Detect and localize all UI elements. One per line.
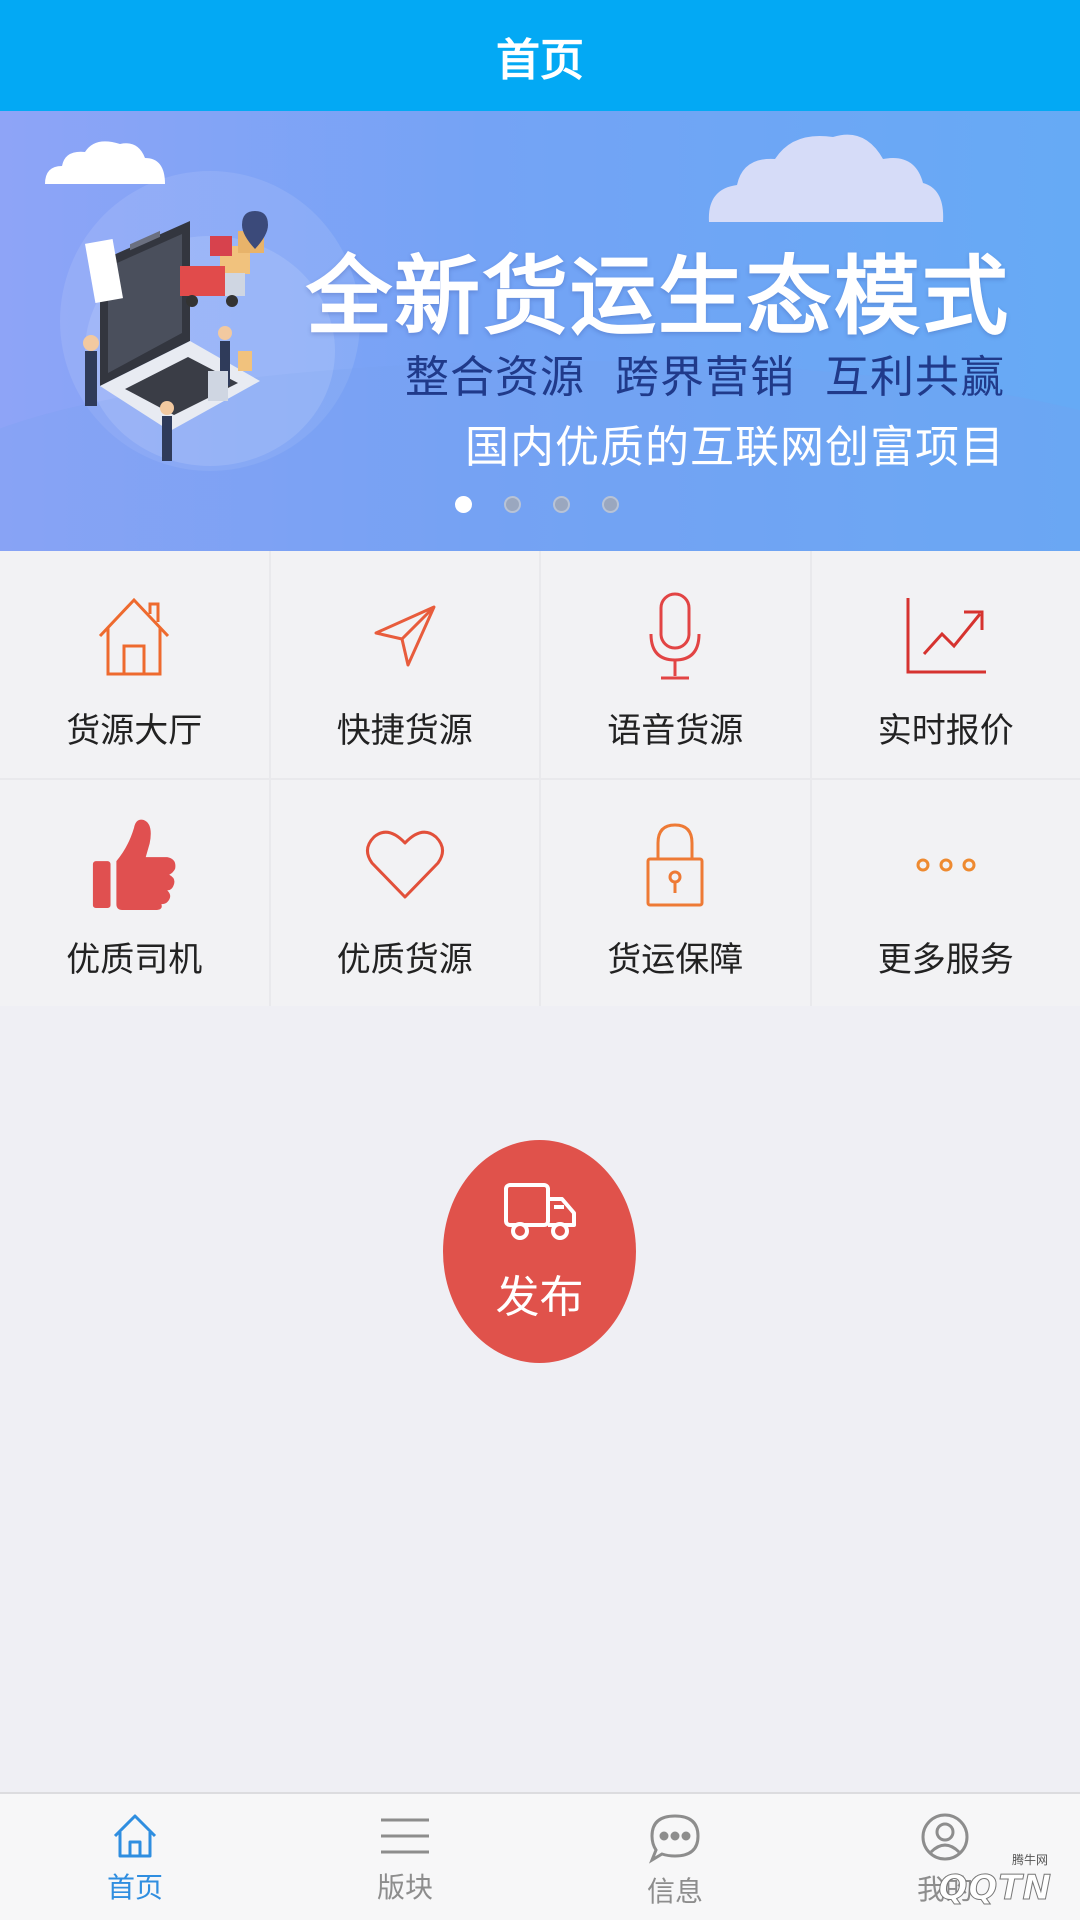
more-dots-icon <box>901 820 991 910</box>
trend-chart-icon <box>901 591 991 681</box>
house-icon <box>89 591 179 681</box>
service-label: 优质司机 <box>66 939 203 980</box>
publish-button[interactable]: 发布 <box>443 1140 636 1363</box>
cloud-icon <box>708 134 944 222</box>
page-title: 首页 <box>496 34 584 86</box>
thumbs-up-icon <box>89 819 179 910</box>
tab-label: 信息 <box>646 1875 703 1908</box>
top-header: 首页 <box>0 0 1080 111</box>
carousel-dot[interactable] <box>602 496 619 513</box>
service-grid: 货源大厅 快捷货源 语音货源 实时报价 优质司机 优质货源 货运保障 更多服务 <box>0 551 1080 1006</box>
banner-subline: 整合资源 跨界营销 互利共赢 <box>405 352 1005 403</box>
truck-icon <box>503 1182 576 1240</box>
tab-messages[interactable]: 信息 <box>540 1794 810 1920</box>
heart-icon <box>360 820 450 910</box>
service-label: 货源大厅 <box>66 711 203 751</box>
watermark-logo: QQTN <box>938 1868 1052 1909</box>
service-realtime-quote[interactable]: 实时报价 <box>811 551 1080 778</box>
carousel-indicator <box>455 496 619 513</box>
tab-label: 版块 <box>376 1871 433 1904</box>
service-label: 实时报价 <box>877 711 1014 751</box>
home-icon <box>113 1814 157 1858</box>
banner-tagline: 国内优质的互联网创富项目 <box>465 422 1005 473</box>
service-freight-guarantee[interactable]: 货运保障 <box>541 779 810 1006</box>
service-label: 语音货源 <box>607 711 744 751</box>
carousel-dot[interactable] <box>504 496 521 513</box>
lock-icon <box>630 820 720 910</box>
tab-sections[interactable]: 版块 <box>270 1794 540 1920</box>
carousel-dot[interactable] <box>553 496 570 513</box>
service-label: 更多服务 <box>877 939 1014 980</box>
banner-headline: 全新货运生态模式 <box>306 247 1010 347</box>
tab-home[interactable]: 首页 <box>0 1794 270 1920</box>
service-quality-driver[interactable]: 优质司机 <box>0 779 269 1006</box>
send-icon <box>360 591 450 681</box>
service-label: 快捷货源 <box>336 711 473 751</box>
service-label: 优质货源 <box>336 939 473 980</box>
service-label: 货运保障 <box>607 939 744 980</box>
service-more[interactable]: 更多服务 <box>811 779 1080 1006</box>
cloud-icon <box>45 141 165 184</box>
chat-icon <box>648 1814 700 1864</box>
service-quality-cargo[interactable]: 优质货源 <box>270 779 539 1006</box>
publish-label: 发布 <box>495 1271 584 1323</box>
watermark-caption: 腾牛网 <box>1011 1853 1048 1867</box>
tab-label: 首页 <box>106 1871 163 1904</box>
service-cargo-hall[interactable]: 货源大厅 <box>0 551 269 778</box>
menu-icon <box>381 1818 429 1854</box>
carousel-dot-active[interactable] <box>455 496 472 513</box>
site-watermark: 腾牛网 QQTN <box>870 1853 1070 1912</box>
service-voice-cargo[interactable]: 语音货源 <box>541 551 810 778</box>
promo-banner[interactable]: 全新货运生态模式 整合资源 跨界营销 互利共赢 国内优质的互联网创富项目 <box>0 111 1080 551</box>
service-quick-cargo[interactable]: 快捷货源 <box>270 551 539 778</box>
microphone-icon <box>630 591 720 681</box>
